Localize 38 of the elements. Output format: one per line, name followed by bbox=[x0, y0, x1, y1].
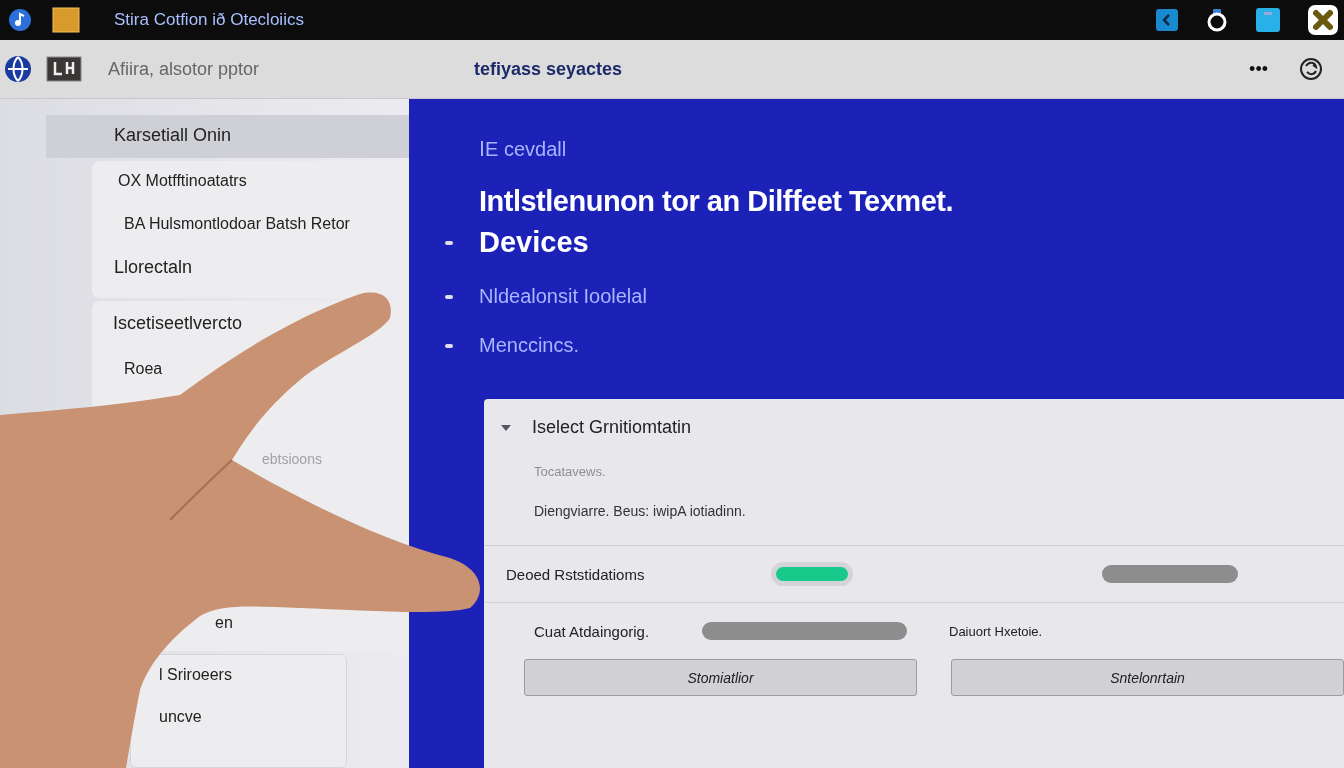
setting-label: Deoed Rststidatioms bbox=[506, 565, 646, 583]
app-icon[interactable] bbox=[8, 8, 32, 32]
hint-text: Tocatavews. bbox=[534, 464, 607, 479]
sidebar-item[interactable]: Roea bbox=[124, 359, 163, 379]
window-title: Stira Cotfion ið Otecloiics bbox=[114, 10, 304, 30]
bullet-text: Menccincs. bbox=[479, 334, 580, 357]
description-text: Diengviarre. Beus: iwipA iotiadinn. bbox=[534, 503, 747, 519]
sidebar-item[interactable]: OX Motfftinoatatrs bbox=[118, 171, 247, 191]
section-title: Iselect Grnitiomtatin bbox=[532, 417, 692, 438]
sidebar-header[interactable]: Karsetiall Onin bbox=[46, 115, 409, 158]
more-button[interactable]: ••• bbox=[1249, 58, 1268, 80]
slider-track[interactable] bbox=[702, 622, 907, 640]
back-icon[interactable] bbox=[1156, 9, 1178, 31]
search-field[interactable]: Afiira, alsotor pptor bbox=[106, 57, 350, 81]
sidebar-item[interactable]: Iscetiseetlvercto bbox=[113, 313, 243, 333]
eyebrow-text: ⅠE cevdall bbox=[479, 137, 568, 161]
action-button[interactable]: Stomiatlior bbox=[524, 659, 917, 696]
folder-icon[interactable] bbox=[52, 7, 80, 33]
sidebar-item[interactable]: Llorectaln bbox=[114, 257, 193, 277]
bullet-icon bbox=[445, 343, 453, 348]
sidebar-item[interactable]: l Sriroeers bbox=[159, 665, 232, 685]
logo-icon[interactable] bbox=[46, 56, 82, 82]
refresh-icon[interactable] bbox=[1298, 56, 1324, 82]
bullet-text: Devices bbox=[479, 226, 589, 259]
page-title: tefiyass seyactes bbox=[474, 58, 623, 80]
bullet-text: Nldealonsit Ioolelal bbox=[479, 285, 647, 308]
bullet-icon bbox=[445, 240, 453, 245]
bullet-icon bbox=[445, 294, 453, 299]
slider-track[interactable] bbox=[1102, 565, 1238, 583]
sidebar-item[interactable]: uncve bbox=[159, 707, 202, 727]
globe-icon[interactable] bbox=[4, 55, 32, 83]
setting-label: Daiuort Hxetoie. bbox=[949, 623, 1043, 639]
action-button[interactable]: Sntelonrtain bbox=[951, 659, 1344, 696]
caret-icon[interactable] bbox=[500, 422, 512, 433]
setting-label: Cuat Atdaingorig. bbox=[534, 622, 651, 640]
sidebar-item[interactable]: BA Hulsmontlodoar Batsh Retor bbox=[124, 214, 350, 234]
sidebar-item[interactable]: en bbox=[215, 613, 233, 633]
hero-title: Intlstlenunon tor an Dilffeet Texmet. bbox=[479, 185, 954, 218]
